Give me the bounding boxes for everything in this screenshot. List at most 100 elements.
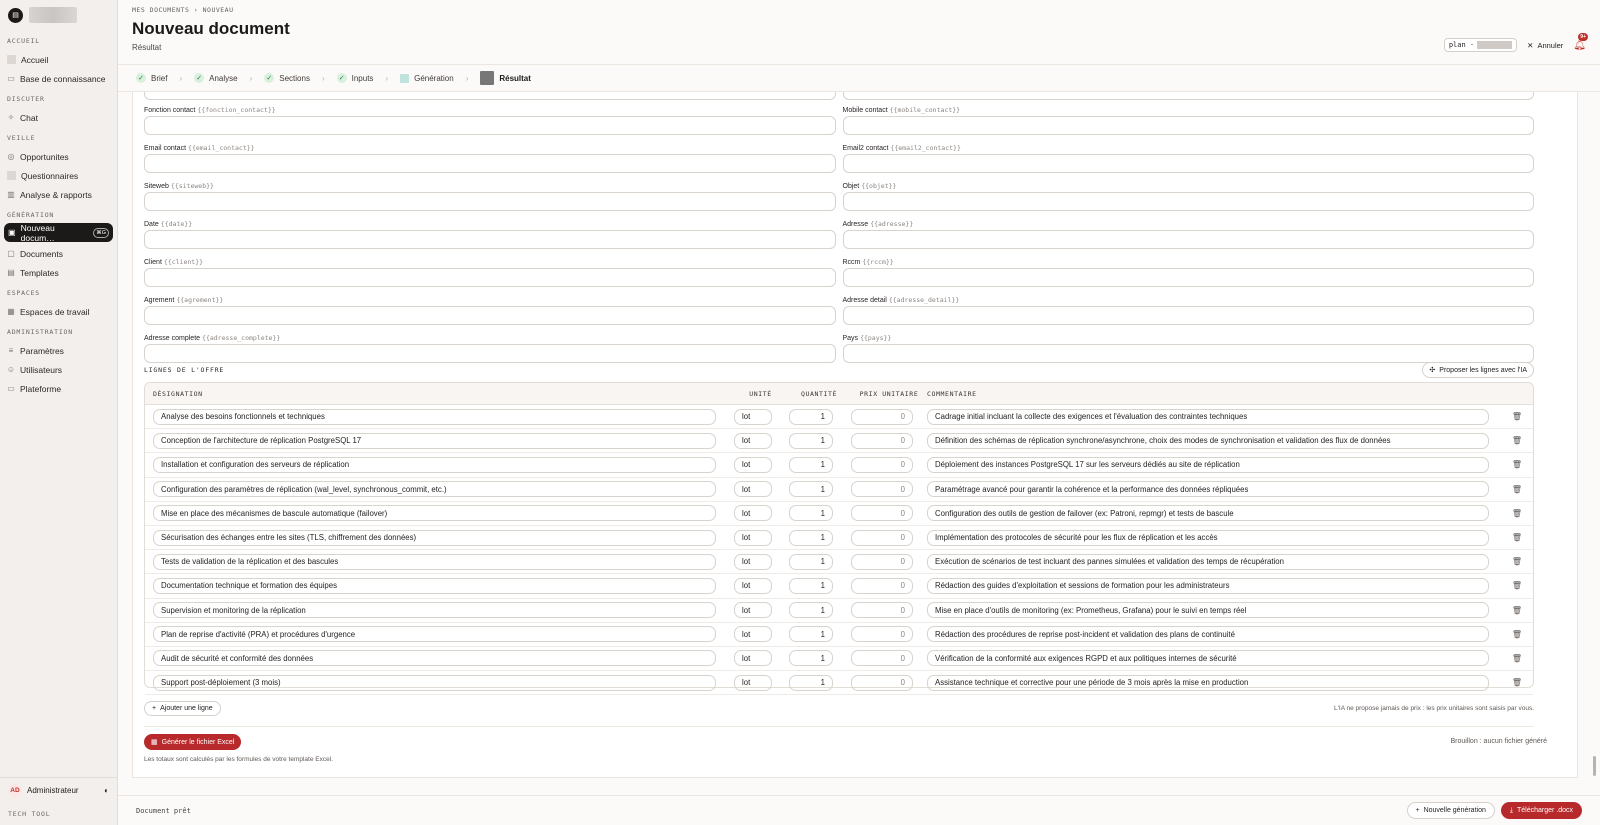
trash-icon[interactable]: 🗑︎ <box>1502 654 1532 663</box>
prix-unitaire-input[interactable]: 0 <box>851 577 913 594</box>
step-analyse[interactable]: ✓ Analyse <box>194 73 238 83</box>
date-input[interactable] <box>144 230 836 249</box>
quantite-input[interactable]: 1 <box>789 481 833 498</box>
trash-icon[interactable]: 🗑︎ <box>1502 533 1532 542</box>
designation-input[interactable]: Supervision et monitoring de la réplicat… <box>153 602 716 619</box>
unite-input[interactable]: lot <box>734 456 772 473</box>
agrement-input[interactable] <box>144 306 836 325</box>
prix-unitaire-input[interactable]: 0 <box>851 432 913 449</box>
adresse-detail-input[interactable] <box>842 306 1534 325</box>
unite-input[interactable]: lot <box>734 626 772 643</box>
quantite-input[interactable]: 1 <box>789 553 833 570</box>
trash-icon[interactable]: 🗑︎ <box>1502 581 1532 590</box>
step-sections[interactable]: ✓ Sections <box>264 73 310 83</box>
step-generation[interactable]: Génération <box>400 73 454 83</box>
designation-input[interactable]: Mise en place des mécanismes de bascule … <box>153 505 716 522</box>
step-brief[interactable]: ✓ Brief <box>136 73 167 83</box>
quantite-input[interactable]: 1 <box>789 529 833 546</box>
step-resultat[interactable]: Résultat <box>480 71 531 85</box>
prix-unitaire-input[interactable]: 0 <box>851 602 913 619</box>
email2-contact-input[interactable] <box>842 154 1534 173</box>
prix-unitaire-input[interactable]: 0 <box>851 674 913 691</box>
quantite-input[interactable]: 1 <box>789 626 833 643</box>
prix-unitaire-input[interactable]: 0 <box>851 529 913 546</box>
sidebar-item-templates[interactable]: ▤ Templates <box>0 263 117 282</box>
trash-icon[interactable]: 🗑︎ <box>1502 630 1532 639</box>
sidebar-item-base[interactable]: ▭ Base de connaissance <box>0 69 117 88</box>
rccm-input[interactable] <box>842 268 1534 287</box>
commentaire-input[interactable]: Définition des schémas de réplication sy… <box>927 432 1489 449</box>
workspace-header[interactable]: ▤ <box>0 0 117 30</box>
trash-icon[interactable]: 🗑︎ <box>1502 412 1532 421</box>
designation-input[interactable]: Sécurisation des échanges entre les site… <box>153 529 716 546</box>
prix-unitaire-input[interactable]: 0 <box>851 408 913 425</box>
prix-unitaire-input[interactable]: 0 <box>851 553 913 570</box>
unite-input[interactable]: lot <box>734 408 772 425</box>
unite-input[interactable]: lot <box>734 674 772 691</box>
unite-input[interactable]: lot <box>734 602 772 619</box>
designation-input[interactable]: Conception de l'architecture de réplicat… <box>153 432 716 449</box>
quantite-input[interactable]: 1 <box>789 432 833 449</box>
email-contact-input[interactable] <box>144 154 836 173</box>
designation-input[interactable]: Audit de sécurité et conformité des donn… <box>153 650 716 667</box>
unite-input[interactable]: lot <box>734 529 772 546</box>
trash-icon[interactable]: 🗑︎ <box>1502 485 1532 494</box>
unite-input[interactable]: lot <box>734 481 772 498</box>
commentaire-input[interactable]: Assistance technique et corrective pour … <box>927 674 1489 691</box>
new-generation-button[interactable]: + Nouvelle génération <box>1406 802 1495 819</box>
trash-icon[interactable]: 🗑︎ <box>1502 509 1532 518</box>
commentaire-input[interactable]: Configuration des outils de gestion de f… <box>927 505 1489 522</box>
unite-input[interactable]: lot <box>734 505 772 522</box>
adresse-input[interactable] <box>842 230 1534 249</box>
prix-unitaire-input[interactable]: 0 <box>851 456 913 473</box>
generate-excel-button[interactable]: ▦ Générer le fichier Excel <box>144 734 242 750</box>
prix-unitaire-input[interactable]: 0 <box>851 505 913 522</box>
mobile-contact-input[interactable] <box>842 116 1534 135</box>
add-line-button[interactable]: + Ajouter une ligne <box>144 701 221 716</box>
sidebar-item-questionnaires[interactable]: Questionnaires <box>0 166 117 185</box>
step-inputs[interactable]: ✓ Inputs <box>336 73 373 83</box>
adresse-complete-input[interactable] <box>144 344 836 363</box>
notifications-button[interactable]: 🔔︎ 9+ <box>1573 32 1588 51</box>
scrollbar[interactable] <box>1593 756 1596 776</box>
sidebar-item-nouveau-document[interactable]: ▣ Nouveau docum… ⌘G <box>4 223 113 243</box>
designation-input[interactable]: Tests de validation de la réplication et… <box>153 553 716 570</box>
commentaire-input[interactable]: Mise en place d'outils de monitoring (ex… <box>927 602 1489 619</box>
commentaire-input[interactable]: Paramétrage avancé pour garantir la cohé… <box>927 481 1489 498</box>
quantite-input[interactable]: 1 <box>789 456 833 473</box>
ai-propose-button[interactable]: ✣ Proposer les lignes avec l'IA <box>1422 362 1534 378</box>
objet-input[interactable] <box>842 192 1534 211</box>
sidebar-item-chat[interactable]: ✧ Chat <box>0 108 117 127</box>
quantite-input[interactable]: 1 <box>789 650 833 667</box>
pays-input[interactable] <box>842 344 1534 363</box>
user-menu[interactable]: AD Administrateur ◐ <box>0 777 117 803</box>
trash-icon[interactable]: 🗑︎ <box>1502 460 1532 469</box>
unite-input[interactable]: lot <box>734 577 772 594</box>
sidebar-item-accueil[interactable]: Accueil <box>0 50 117 69</box>
designation-input[interactable]: Documentation technique et formation des… <box>153 577 716 594</box>
unite-input[interactable]: lot <box>734 553 772 570</box>
trash-icon[interactable]: 🗑︎ <box>1502 678 1532 687</box>
quantite-input[interactable]: 1 <box>789 602 833 619</box>
trash-icon[interactable]: 🗑︎ <box>1502 557 1532 566</box>
previous-field-input[interactable] <box>144 92 836 100</box>
commentaire-input[interactable]: Rédaction des guides d'exploitation et s… <box>927 577 1489 594</box>
previous-field-input[interactable] <box>842 92 1534 100</box>
prix-unitaire-input[interactable]: 0 <box>851 481 913 498</box>
designation-input[interactable]: Support post-déploiement (3 mois) <box>153 674 716 691</box>
designation-input[interactable]: Analyse des besoins fonctionnels et tech… <box>153 408 716 425</box>
commentaire-input[interactable]: Implémentation des protocoles de sécurit… <box>927 529 1489 546</box>
sidebar-item-parametres[interactable]: ≡ Paramètres <box>0 341 117 360</box>
commentaire-input[interactable]: Déploiement des instances PostgreSQL 17 … <box>927 456 1489 473</box>
commentaire-input[interactable]: Exécution de scénarios de test incluant … <box>927 553 1489 570</box>
designation-input[interactable]: Plan de reprise d'activité (PRA) et proc… <box>153 626 716 643</box>
quantite-input[interactable]: 1 <box>789 505 833 522</box>
siteweb-input[interactable] <box>144 192 836 211</box>
breadcrumb[interactable]: MES DOCUMENTS › NOUVEAU <box>132 6 1586 14</box>
sidebar-item-analyse[interactable]: ▥ Analyse & rapports <box>0 185 117 204</box>
quantite-input[interactable]: 1 <box>789 577 833 594</box>
sidebar-item-documents[interactable]: ▢ Documents <box>0 244 117 263</box>
sidebar-item-utilisateurs[interactable]: ☺ Utilisateurs <box>0 360 117 379</box>
unite-input[interactable]: lot <box>734 650 772 667</box>
client-input[interactable] <box>144 268 836 287</box>
